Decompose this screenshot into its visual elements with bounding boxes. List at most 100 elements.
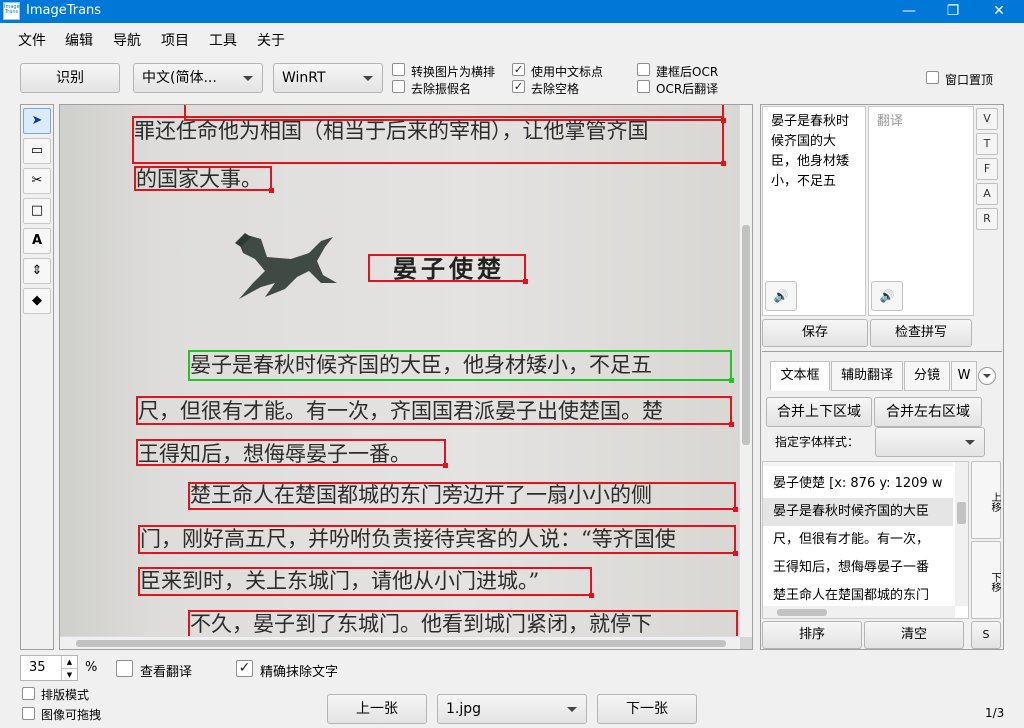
- image-file-select[interactable]: 1.jpg: [437, 694, 587, 724]
- remove-furigana-label: 去除振假名: [411, 82, 472, 96]
- list-item[interactable]: 王得知后，想侮辱晏子一番: [763, 554, 953, 582]
- side-button-f[interactable]: F: [976, 158, 998, 180]
- crop-icon[interactable]: ▭: [23, 138, 51, 164]
- ocr-language-select[interactable]: 中文(简体...: [133, 63, 263, 93]
- tab-storyboard[interactable]: 分镜: [904, 361, 950, 391]
- convert-horizontal-checkbox[interactable]: [392, 63, 405, 76]
- tab-textbox[interactable]: 文本框: [770, 361, 830, 391]
- right-panel: 晏子是春秋时候齐国的大臣，他身材矮小，不足五 翻译 🔊 🔊 V T F A R …: [760, 104, 1004, 650]
- spellcheck-button[interactable]: 检查拼写: [870, 319, 972, 347]
- side-button-a[interactable]: A: [976, 183, 998, 205]
- rectangle-icon[interactable]: □: [23, 198, 51, 224]
- menu-project[interactable]: 项目: [161, 30, 189, 50]
- horizontal-scrollbar[interactable]: [60, 636, 740, 649]
- page-indicator: 1/3: [985, 706, 1005, 720]
- save-button[interactable]: 保存: [762, 319, 868, 347]
- list-top-fade: [763, 462, 953, 466]
- zoom-down-icon[interactable]: ▼: [61, 668, 77, 680]
- tab-overflow-button[interactable]: [978, 367, 996, 385]
- recognize-button[interactable]: 识别: [20, 63, 120, 93]
- chinese-punctuation-checkbox[interactable]: ✓: [512, 63, 525, 76]
- text-box-region[interactable]: [134, 166, 274, 193]
- text-box-region[interactable]: [138, 567, 594, 598]
- clear-button[interactable]: 清空: [864, 621, 964, 649]
- remove-furigana-checkbox[interactable]: [392, 80, 405, 93]
- horse-illustration: [235, 233, 337, 299]
- close-button[interactable]: ✕: [976, 0, 1022, 23]
- remove-spaces-checkbox[interactable]: ✓: [512, 80, 525, 93]
- resize-icon[interactable]: ⇕: [23, 258, 51, 284]
- side-button-t[interactable]: T: [976, 133, 998, 155]
- list-hscroll-thumb[interactable]: [777, 609, 827, 616]
- text-box-region[interactable]: [368, 254, 528, 284]
- side-button-v[interactable]: V: [976, 108, 998, 130]
- tab-more[interactable]: W: [951, 361, 977, 391]
- tab-assisted-translation[interactable]: 辅助翻译: [831, 361, 903, 391]
- text-box-region[interactable]: [188, 482, 738, 512]
- scissors-icon[interactable]: ✂: [23, 168, 51, 194]
- sort-button[interactable]: 排序: [762, 621, 862, 649]
- maximize-button[interactable]: ❐: [930, 0, 976, 23]
- ocr-language-value: 中文(简体...: [142, 70, 217, 86]
- menu-file[interactable]: 文件: [18, 30, 46, 50]
- merge-vertical-button[interactable]: 合并上下区域: [766, 397, 872, 427]
- merge-horizontal-button[interactable]: 合并左右区域: [874, 397, 982, 427]
- window-title: ImageTrans: [26, 3, 102, 18]
- title-bar: Image Trans ImageTrans — ❐ ✕: [0, 0, 1024, 23]
- always-on-top-checkbox[interactable]: [926, 71, 939, 84]
- menu-edit[interactable]: 编辑: [65, 30, 93, 50]
- page-image: 罪还任命他为相国（相当于后来的宰相），让他掌管齐国 的国家大事。 晏子使楚 晏子…: [60, 105, 740, 637]
- image-draggable-checkbox[interactable]: [22, 707, 35, 720]
- ocr-engine-select[interactable]: WinRT: [273, 63, 383, 93]
- text-box-region[interactable]: [132, 116, 726, 166]
- text-box-region[interactable]: [138, 525, 738, 556]
- text-box-region[interactable]: [136, 439, 448, 468]
- zoom-stepper[interactable]: 35 ▲ ▼: [20, 655, 78, 681]
- app-logo-icon: Image Trans: [3, 2, 20, 20]
- view-translation-checkbox[interactable]: [116, 660, 133, 677]
- list-item[interactable]: 晏子使楚 [x: 876 y: 1209 w: [763, 470, 953, 498]
- speaker-icon[interactable]: 🔊: [871, 281, 903, 311]
- previous-image-button[interactable]: 上一张: [327, 694, 427, 724]
- chevron-down-icon: [983, 374, 991, 378]
- image-draggable-label: 图像可拖拽: [41, 708, 102, 722]
- precise-erase-checkbox[interactable]: ✓: [236, 660, 253, 677]
- layout-mode-checkbox[interactable]: [22, 687, 35, 700]
- translate-after-ocr-checkbox[interactable]: [637, 80, 650, 93]
- move-up-button[interactable]: 上移: [971, 461, 1001, 539]
- text-box-region[interactable]: [188, 610, 738, 637]
- side-button-r[interactable]: R: [976, 208, 998, 230]
- text-box-region-selected[interactable]: [188, 350, 734, 383]
- vertical-scroll-thumb[interactable]: [742, 225, 750, 445]
- view-translation-label: 查看翻译: [140, 665, 193, 680]
- text-box-region[interactable]: [136, 396, 734, 427]
- s-button[interactable]: S: [971, 621, 1001, 649]
- list-item[interactable]: 尺，但很有才能。有一次，: [763, 526, 953, 554]
- zoom-up-icon[interactable]: ▲: [61, 656, 77, 668]
- move-down-button[interactable]: 下移: [971, 541, 1001, 619]
- list-vertical-scrollbar[interactable]: [955, 462, 968, 606]
- speaker-icon[interactable]: 🔊: [765, 281, 797, 311]
- horizontal-scroll-thumb[interactable]: [76, 640, 726, 647]
- menu-navigate[interactable]: 导航: [113, 30, 141, 50]
- text-icon[interactable]: A: [23, 228, 51, 254]
- list-item[interactable]: 晏子是春秋时候齐国的大臣: [763, 498, 953, 526]
- vertical-scrollbar[interactable]: [739, 105, 752, 637]
- zoom-unit: %: [85, 660, 98, 675]
- next-image-button[interactable]: 下一张: [597, 694, 697, 724]
- pointer-icon[interactable]: ➤: [23, 108, 51, 134]
- menu-tools[interactable]: 工具: [209, 30, 237, 50]
- font-style-select[interactable]: [875, 427, 985, 457]
- minimize-button[interactable]: —: [886, 0, 932, 23]
- list-horizontal-scrollbar[interactable]: [763, 606, 955, 618]
- layers-icon[interactable]: ◆: [23, 288, 51, 314]
- chevron-down-icon: [363, 76, 373, 81]
- list-scroll-thumb[interactable]: [957, 502, 966, 524]
- ocr-after-box-label: 建框后OCR: [656, 65, 719, 79]
- menu-about[interactable]: 关于: [257, 30, 285, 50]
- tool-palette: ➤ ▭ ✂ □ A ⇕ ◆: [20, 104, 54, 650]
- textbox-list[interactable]: 晏子使楚 [x: 876 y: 1209 w 晏子是春秋时候齐国的大臣 尺，但很…: [762, 461, 969, 619]
- font-style-label: 指定字体样式：: [775, 435, 860, 449]
- ocr-after-box-checkbox[interactable]: [637, 63, 650, 76]
- image-canvas[interactable]: 罪还任命他为相国（相当于后来的宰相），让他掌管齐国 的国家大事。 晏子使楚 晏子…: [59, 104, 753, 650]
